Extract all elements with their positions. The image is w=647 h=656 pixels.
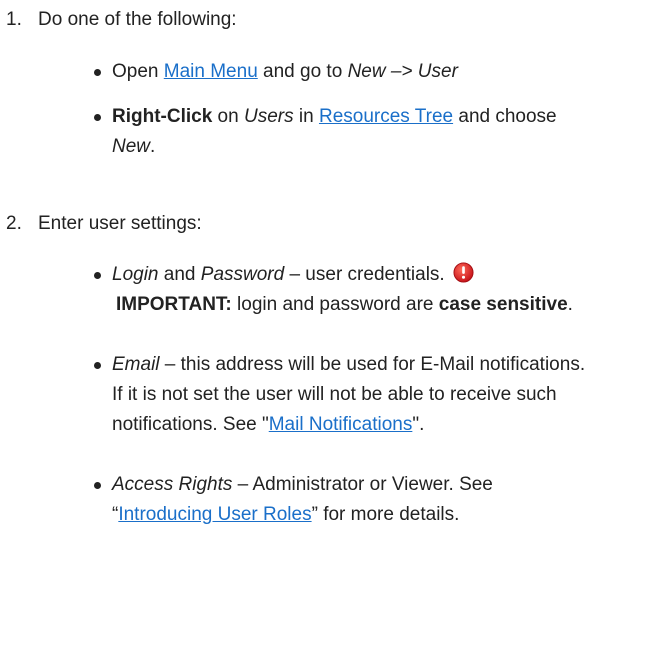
text: and go to	[257, 61, 348, 82]
text: on	[212, 106, 244, 127]
text: login and password are	[231, 294, 439, 315]
mail-notifications-link[interactable]: Mail Notifications	[269, 414, 413, 435]
step-2: 2. Enter user settings:	[0, 209, 647, 239]
text: .	[150, 136, 156, 157]
password-term: Password	[200, 264, 285, 285]
access-rights-term: Access Rights	[112, 474, 233, 495]
list-item-access-rights: Access Rights – Administrator or Viewer.…	[78, 470, 607, 530]
new-term: New	[112, 136, 151, 157]
text: .	[567, 294, 573, 315]
case-sensitive-label: case sensitive	[438, 294, 568, 315]
menu-path: New –> User	[347, 61, 458, 82]
important-icon	[453, 262, 474, 283]
text: ".	[412, 414, 425, 435]
text: and choose	[453, 106, 557, 127]
users-term: Users	[243, 106, 294, 127]
list-item-main-menu: Open Main Menu and go to New –> User	[78, 57, 607, 87]
text: – user credentials.	[284, 264, 450, 285]
text: ” for more details.	[311, 504, 460, 525]
step-title: Do one of the following:	[38, 9, 237, 30]
login-term: Login	[112, 264, 159, 285]
text: in	[293, 106, 319, 127]
list-item-login-password: Login and Password – user credentials. I…	[78, 260, 607, 320]
step-2-settings: Login and Password – user credentials. I…	[38, 260, 607, 530]
step-1-options: Open Main Menu and go to New –> User Rig…	[38, 57, 607, 162]
list-item-email: Email – this address will be used for E-…	[78, 350, 607, 440]
text: and	[158, 264, 201, 285]
list-item-right-click: Right-Click on Users in Resources Tree a…	[78, 102, 607, 162]
email-term: Email	[112, 354, 160, 375]
important-label: IMPORTANT:	[116, 294, 232, 315]
resources-tree-link[interactable]: Resources Tree	[319, 106, 453, 127]
step-number: 2.	[6, 213, 22, 234]
introducing-user-roles-link[interactable]: Introducing User Roles	[118, 504, 311, 525]
text: Open	[112, 61, 164, 82]
action-label: Right-Click	[112, 106, 213, 127]
main-menu-link[interactable]: Main Menu	[164, 61, 258, 82]
step-title: Enter user settings:	[38, 213, 202, 234]
step-1: 1. Do one of the following:	[0, 5, 647, 35]
step-number: 1.	[6, 9, 22, 30]
